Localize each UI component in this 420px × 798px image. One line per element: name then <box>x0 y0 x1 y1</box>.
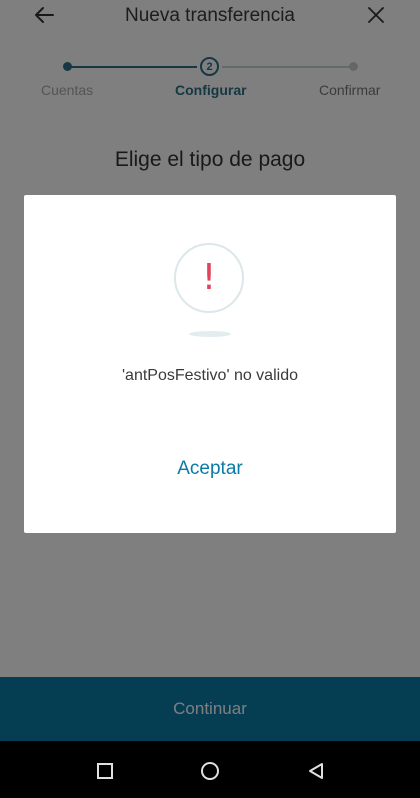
error-dialog: ! 'antPosFestivo' no valido Aceptar <box>24 195 396 533</box>
dialog-message: 'antPosFestivo' no valido <box>122 367 298 384</box>
recent-apps-button[interactable] <box>93 759 117 783</box>
screen: Nueva transferencia 2 Cuentas Configurar… <box>0 0 420 798</box>
home-button[interactable] <box>198 759 222 783</box>
system-nav-bar <box>0 741 420 798</box>
exclamation-icon: ! <box>201 257 217 298</box>
home-icon <box>201 762 219 780</box>
back-icon <box>309 763 323 779</box>
accept-button[interactable]: Aceptar <box>154 453 266 485</box>
alert-circle: ! <box>174 243 244 313</box>
nav-back-button[interactable] <box>304 759 328 783</box>
recent-apps-icon <box>97 763 113 779</box>
alert-shadow <box>189 331 231 337</box>
